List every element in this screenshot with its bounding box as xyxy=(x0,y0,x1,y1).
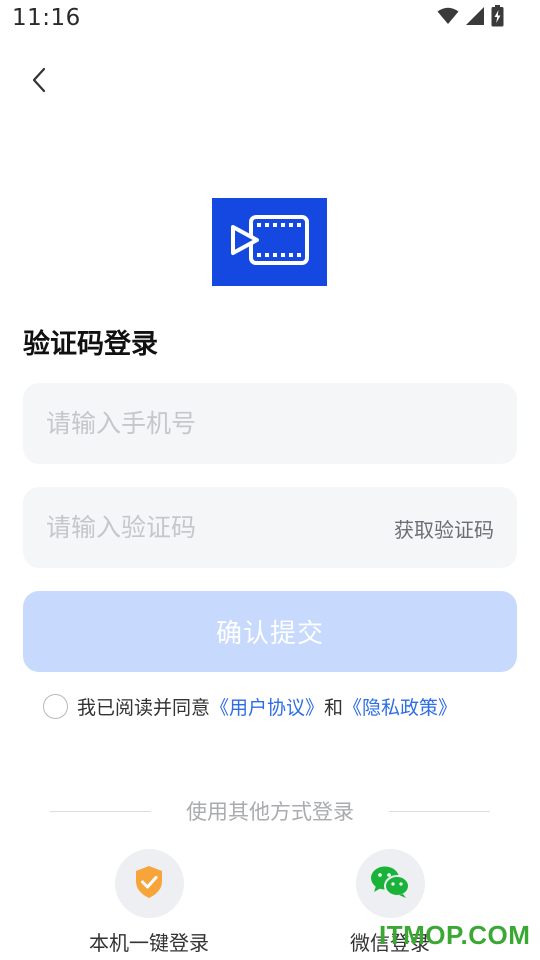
wechat-icon xyxy=(370,865,410,903)
cell-signal-icon xyxy=(465,6,485,30)
status-icons xyxy=(437,5,504,31)
one-key-login-icon-bg xyxy=(114,849,184,918)
one-key-login-label: 本机一键登录 xyxy=(89,931,209,955)
back-button[interactable] xyxy=(22,64,56,100)
shield-check-icon xyxy=(134,865,164,903)
chevron-left-icon xyxy=(29,66,49,98)
agreement-prefix: 我已阅读并同意 xyxy=(77,696,211,719)
alt-login-divider-text: 使用其他方式登录 xyxy=(186,800,354,824)
status-time: 11:16 xyxy=(12,5,81,31)
submit-button[interactable]: 确认提交 xyxy=(23,591,517,672)
status-bar: 11:16 xyxy=(0,0,540,38)
one-key-login-button[interactable]: 本机一键登录 xyxy=(74,849,224,956)
code-field-container: 获取验证码 xyxy=(23,487,517,568)
alt-login-divider: 使用其他方式登录 xyxy=(50,796,490,826)
divider-line-right xyxy=(389,810,490,812)
wechat-login-icon-bg xyxy=(355,849,425,918)
app-logo xyxy=(212,198,327,286)
agreement-row: 我已阅读并同意 《用户协议》 和 《隐私政策》 xyxy=(43,692,457,720)
phone-field-container xyxy=(23,383,517,464)
battery-charging-icon xyxy=(491,5,504,31)
agreement-conjunction: 和 xyxy=(324,696,344,719)
wifi-icon xyxy=(437,7,459,29)
page-title: 验证码登录 xyxy=(23,329,158,360)
divider-line-left xyxy=(50,810,151,812)
phone-input[interactable] xyxy=(23,383,517,464)
privacy-policy-link[interactable]: 《隐私政策》 xyxy=(343,693,457,720)
user-agreement-link[interactable]: 《用户协议》 xyxy=(210,693,324,720)
video-play-icon xyxy=(229,213,311,271)
get-code-button[interactable]: 获取验证码 xyxy=(394,514,494,543)
agreement-checkbox[interactable] xyxy=(43,693,68,719)
watermark-logo: ITMOP.COM xyxy=(379,920,531,950)
